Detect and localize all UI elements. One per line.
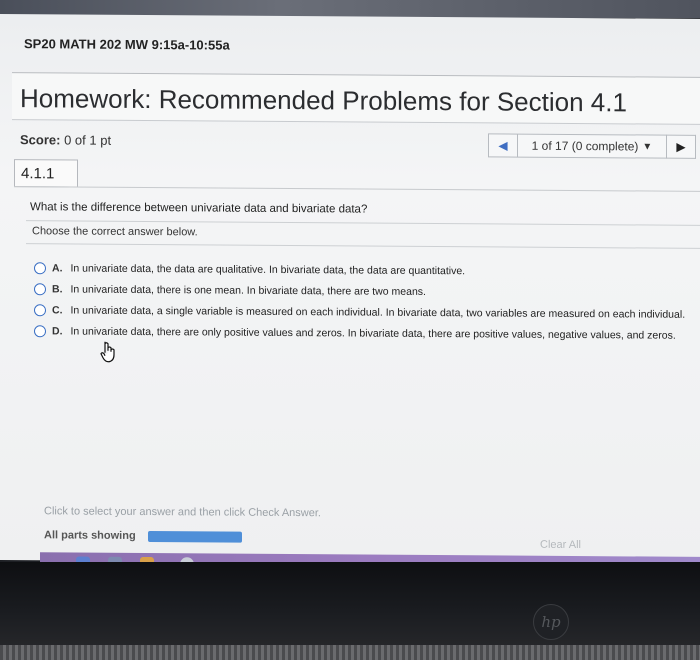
option-letter: C. (52, 303, 63, 316)
screen: SP20 MATH 202 MW 9:15a-10:55a Homework: … (0, 14, 700, 581)
clear-all-button[interactable]: Clear All (540, 539, 581, 551)
section-number: 4.1.1 (14, 159, 78, 188)
option-text: In univariate data, a single variable is… (70, 303, 686, 321)
triangle-left-icon: ◀ (498, 138, 508, 153)
answer-option-c[interactable]: C. In univariate data, a single variable… (34, 300, 694, 324)
answer-options: A. In univariate data, the data are qual… (34, 258, 694, 347)
answer-option-b[interactable]: B. In univariate data, there is one mean… (34, 279, 694, 303)
question-position-label: 1 of 17 (0 complete) (531, 138, 639, 154)
score: Score: 0 of 1 pt (20, 132, 111, 148)
radio-d[interactable] (34, 324, 46, 337)
question-navigator: ◀ 1 of 17 (0 complete) ▼ ▶ (488, 133, 696, 159)
answer-option-d[interactable]: D. In univariate data, there are only po… (34, 321, 694, 345)
option-text: In univariate data, the data are qualita… (70, 261, 466, 277)
option-letter: B. (52, 282, 63, 295)
radio-a[interactable] (34, 261, 46, 274)
keyboard-edge (0, 645, 700, 660)
previous-question-button[interactable]: ◀ (488, 133, 518, 158)
score-value: 0 of 1 pt (64, 132, 112, 148)
course-title: SP20 MATH 202 MW 9:15a-10:55a (24, 36, 230, 53)
radio-c[interactable] (34, 303, 46, 316)
divider (14, 186, 700, 192)
option-text: In univariate data, there are only posit… (70, 324, 676, 342)
question-position-dropdown[interactable]: 1 of 17 (0 complete) ▼ (518, 133, 667, 159)
triangle-right-icon: ▶ (676, 139, 686, 154)
score-label: Score: (20, 132, 61, 148)
question-text: What is the difference between univariat… (30, 201, 368, 216)
homework-header: Homework: Recommended Problems for Secti… (12, 72, 700, 125)
all-parts-showing-label: All parts showing (44, 529, 136, 542)
option-letter: A. (52, 261, 63, 274)
option-letter: D. (52, 324, 63, 337)
parts-progress-bar (148, 531, 242, 543)
triangle-down-icon: ▼ (642, 140, 653, 153)
instruction-text: Choose the correct answer below. (32, 225, 198, 239)
hand-cursor-icon (100, 341, 115, 363)
radio-b[interactable] (34, 282, 46, 295)
hp-logo: hp (533, 604, 569, 640)
next-question-button[interactable]: ▶ (667, 134, 696, 159)
answer-option-a[interactable]: A. In univariate data, the data are qual… (34, 258, 694, 282)
instruction-bar: Choose the correct answer below. (26, 220, 700, 249)
option-text: In univariate data, there is one mean. I… (70, 282, 426, 298)
homework-title: Homework: Recommended Problems for Secti… (20, 83, 627, 118)
answer-hint: Click to select your answer and then cli… (44, 505, 321, 520)
